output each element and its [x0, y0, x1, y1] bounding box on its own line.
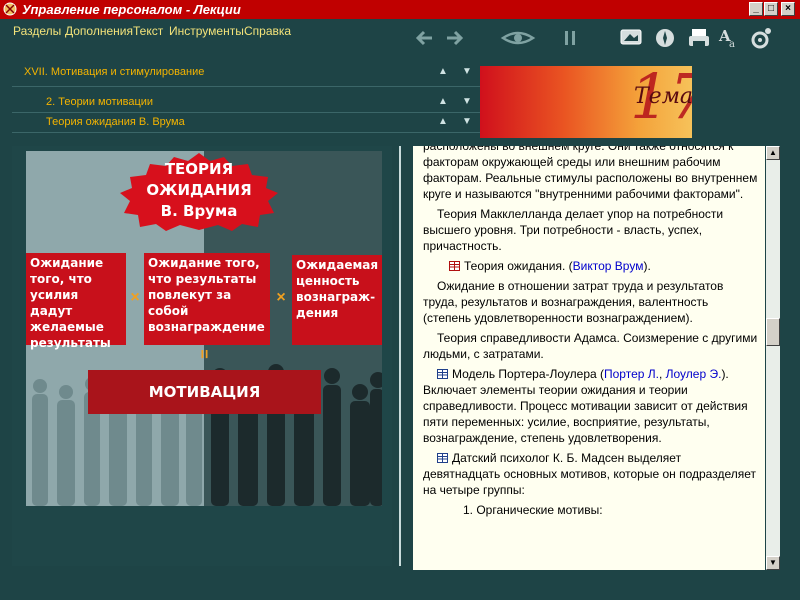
lecture-text-panel[interactable]: расположены во внешнем круге. Они также …	[413, 146, 765, 570]
scroll-thumb[interactable]	[766, 318, 780, 346]
font-icon[interactable]: A a	[716, 26, 742, 50]
chapter-down-icon[interactable]: ▼	[462, 66, 472, 77]
back-arrow-icon[interactable]	[412, 26, 438, 50]
paragraph-vroom: Теория ожидания. (Виктор Врум).	[449, 258, 759, 274]
menu-tools[interactable]: Инструменты	[169, 24, 244, 38]
menu-text[interactable]: Текст	[133, 24, 163, 38]
chapter-up-icon[interactable]: ▲	[438, 66, 448, 77]
topic-down-icon[interactable]: ▼	[462, 116, 472, 127]
paragraph-porter-lawler: Модель Портера-Лоулера (Портер Л., Лоуле…	[423, 367, 748, 445]
valence-box: Ожидаемая ценность вознаграж- дения	[292, 255, 382, 345]
motivation-box: МОТИВАЦИЯ	[88, 370, 321, 414]
panel-separator	[399, 146, 401, 566]
diagram-panel: ТЕОРИЯ ОЖИДАНИЯ В. Врума Ожидание того, …	[12, 146, 392, 566]
book-blue-icon	[437, 453, 448, 463]
divider	[12, 112, 480, 113]
menu-bar: Разделы Дополнения Текст Инструменты Спр…	[0, 19, 800, 61]
app-icon	[3, 2, 17, 16]
paragraph: Ожидание в отношении затрат труда и резу…	[423, 279, 724, 325]
window-title: Управление персоналом - Лекции	[22, 2, 241, 17]
diagram-illustration: ТЕОРИЯ ОЖИДАНИЯ В. Врума Ожидание того, …	[26, 151, 382, 506]
menu-help[interactable]: Справка	[244, 24, 291, 38]
scroll-down-button[interactable]: ▼	[766, 556, 780, 570]
link-victor-vroom[interactable]: Виктор Врум	[573, 259, 644, 273]
forward-arrow-icon[interactable]	[441, 26, 467, 50]
maximize-button[interactable]: □	[764, 2, 778, 16]
pause-icon[interactable]	[557, 26, 583, 50]
diagram-title: ТЕОРИЯ ОЖИДАНИЯ В. Врума	[146, 160, 252, 220]
topic-banner: 17 Тема	[480, 66, 692, 138]
paragraph-madsen: Датский психолог К. Б. Мадсен выделяет д…	[423, 451, 757, 497]
menu-sections[interactable]: Разделы	[13, 24, 61, 38]
section-down-icon[interactable]: ▼	[462, 96, 472, 107]
nav-chapter[interactable]: XVII. Мотивация и стимулирование	[24, 66, 204, 78]
eye-icon[interactable]	[500, 26, 536, 50]
divider	[12, 86, 480, 87]
expectancy-box: Ожидание того, что усилия дадут желаемые…	[26, 253, 126, 350]
link-lawler[interactable]: Лоулер Э.	[666, 367, 722, 381]
close-button[interactable]: ×	[781, 2, 795, 16]
instrumentality-box: Ожидание того, что результаты повлекут з…	[144, 253, 270, 345]
minimize-button[interactable]: _	[749, 2, 763, 16]
multiply-sign: ×	[276, 289, 286, 306]
nav-section[interactable]: 2. Теории мотивации	[46, 96, 153, 108]
scroll-up-button[interactable]: ▲	[766, 146, 780, 160]
book-red-icon	[449, 261, 460, 271]
monitor-icon[interactable]	[618, 26, 644, 50]
multiply-sign: ×	[130, 289, 140, 306]
banner-word: Тема	[634, 84, 692, 109]
divider	[12, 132, 480, 133]
nav-topic[interactable]: Теория ожидания В. Врума	[46, 116, 185, 128]
topic-up-icon[interactable]: ▲	[438, 116, 448, 127]
list-item: 1. Органические мотивы:	[463, 503, 603, 517]
compass-icon[interactable]	[652, 26, 678, 50]
equals-sign: =	[195, 349, 212, 359]
settings-icon[interactable]	[748, 26, 774, 50]
link-porter[interactable]: Портер Л.	[604, 367, 659, 381]
paragraph: расположены во внешнем круге. Они также …	[423, 146, 758, 201]
print-icon[interactable]	[686, 26, 712, 50]
svg-text:a: a	[729, 39, 735, 50]
text-scrollbar[interactable]: ▲ ▼	[766, 146, 780, 570]
section-up-icon[interactable]: ▲	[438, 96, 448, 107]
title-bar: Управление персоналом - Лекции _ □ ×	[0, 0, 800, 19]
paragraph: Теория Макклелланда делает упор на потре…	[423, 207, 724, 253]
menu-additions[interactable]: Дополнения	[65, 24, 133, 38]
book-blue-icon	[437, 369, 448, 379]
paragraph: Теория справедливости Адамса. Соизмерени…	[423, 331, 758, 361]
